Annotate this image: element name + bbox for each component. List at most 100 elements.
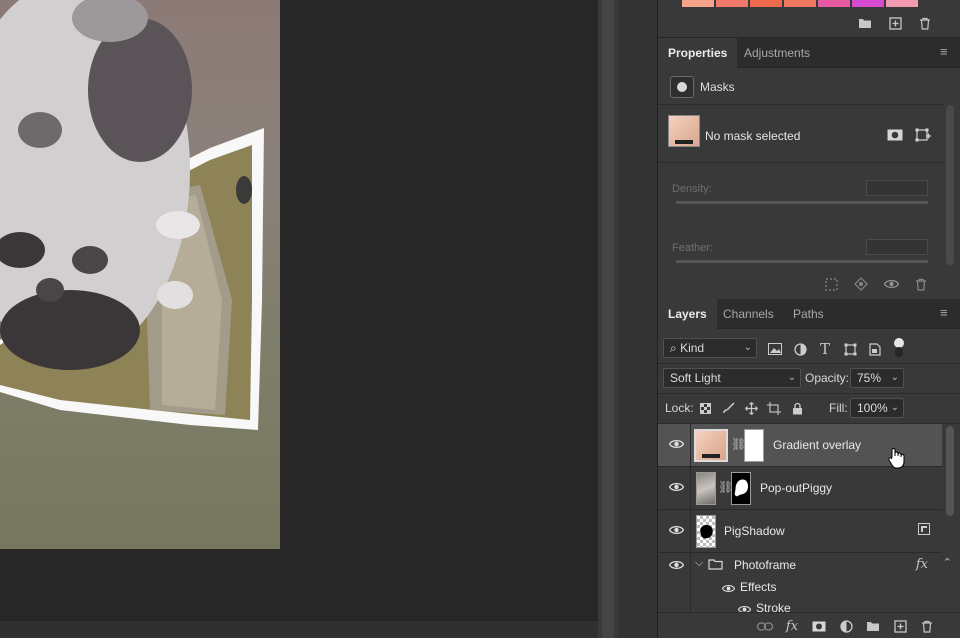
color-swatch[interactable] (818, 0, 850, 7)
opacity-input[interactable]: 75% ⌄ (850, 368, 904, 388)
divider (690, 467, 691, 510)
fx-icon[interactable]: fx (781, 615, 803, 637)
properties-scrollbar[interactable] (946, 105, 954, 265)
stroke-label[interactable]: Stroke (756, 601, 791, 612)
lock-transparency-icon[interactable] (694, 397, 716, 419)
density-field[interactable] (866, 180, 928, 196)
trash-icon[interactable] (916, 615, 938, 637)
tab-layers[interactable]: Layers (658, 299, 717, 329)
canvas-vertical-scrollbar[interactable] (598, 0, 618, 638)
folder-icon[interactable] (854, 12, 876, 34)
shape-filter-icon[interactable] (839, 338, 861, 360)
canvas-horizontal-scrollbar[interactable] (0, 620, 598, 638)
document-canvas[interactable] (0, 0, 280, 549)
layer-mask-thumbnail[interactable] (744, 429, 764, 462)
feather-slider[interactable] (676, 260, 928, 263)
adjustment-layer-icon[interactable] (835, 615, 857, 637)
add-mask-icon[interactable] (808, 615, 830, 637)
adjustment-filter-icon[interactable] (789, 338, 811, 360)
chain-link-icon[interactable]: ⛓ (731, 437, 746, 453)
chevron-down-icon[interactable]: ⌄ (891, 369, 899, 387)
load-selection-icon[interactable] (820, 273, 842, 295)
lock-position-icon[interactable] (740, 397, 762, 419)
chain-link-icon[interactable]: ⛓ (718, 480, 733, 496)
folder-icon[interactable] (862, 615, 884, 637)
smart-object-filter-icon[interactable] (864, 338, 886, 360)
eye-icon[interactable] (666, 479, 686, 497)
properties-footer (658, 273, 944, 299)
layer-row-pop-out-piggy[interactable]: ⛓ Pop-outPiggy (658, 467, 942, 510)
link-layers-icon[interactable] (754, 615, 776, 637)
density-slider[interactable] (676, 201, 928, 204)
add-pixel-mask-icon[interactable] (884, 124, 906, 146)
fill-label: Fill: (829, 401, 848, 415)
scrollbar-thumb[interactable] (602, 0, 614, 638)
color-swatch[interactable] (784, 0, 816, 7)
layer-effects-row[interactable]: Effects (658, 577, 942, 598)
layer-thumbnail[interactable] (696, 472, 716, 505)
eye-icon[interactable] (666, 436, 686, 454)
tab-adjustments[interactable]: Adjustments (734, 38, 820, 68)
layer-name[interactable]: Pop-outPiggy (760, 481, 832, 495)
layer-effect-stroke-row[interactable]: Stroke (658, 598, 942, 612)
layer-name[interactable]: Photoframe (734, 558, 796, 572)
layer-name[interactable]: Gradient overlay (773, 438, 861, 452)
pixel-filter-icon[interactable] (764, 338, 786, 360)
lock-artboard-icon[interactable] (763, 397, 785, 419)
divider (690, 577, 691, 598)
color-swatch[interactable] (682, 0, 714, 7)
lock-label: Lock: (665, 401, 694, 415)
fill-input[interactable]: 100% ⌄ (850, 398, 904, 418)
layer-thumbnail[interactable] (694, 429, 728, 462)
type-filter-icon[interactable]: T (814, 338, 836, 360)
color-swatch[interactable] (886, 0, 918, 7)
filter-toggle-switch[interactable] (894, 338, 904, 358)
fx-icon[interactable]: fx (916, 557, 928, 572)
eye-icon[interactable] (666, 557, 686, 575)
effects-label[interactable]: Effects (740, 580, 776, 594)
trash-icon[interactable] (910, 273, 932, 295)
feather-field[interactable] (866, 239, 928, 255)
add-vector-mask-icon[interactable] (912, 124, 934, 146)
hand-pointer-icon (886, 447, 906, 469)
chevron-down-icon[interactable]: ⌵ (695, 557, 703, 570)
new-layer-icon[interactable] (889, 615, 911, 637)
artwork-image (0, 0, 264, 430)
layer-row-pig-shadow[interactable]: PigShadow (658, 510, 942, 553)
panel-menu-icon[interactable]: ≡ (940, 306, 954, 319)
swatches-panel (658, 0, 960, 38)
layer-group-photoframe[interactable]: ⌵ Photoframe fx ⌃ (658, 553, 952, 577)
smart-object-icon (918, 523, 930, 538)
blend-mode-select[interactable]: Soft Light ⌄ (663, 368, 801, 388)
eye-icon[interactable] (737, 603, 752, 612)
density-label: Density: (672, 183, 712, 195)
eye-icon[interactable] (721, 582, 736, 596)
panel-menu-icon[interactable]: ≡ (940, 45, 954, 58)
eye-icon[interactable] (666, 522, 686, 540)
layers-body: ⌕ Kind ⌄ T Soft Light ⌄ Opacity: 75% ⌄ L… (658, 330, 960, 638)
layer-mask-thumbnail[interactable] (731, 472, 751, 505)
lock-all-icon[interactable] (786, 397, 808, 419)
chevron-down-icon: ⌄ (743, 342, 752, 353)
apply-mask-icon[interactable] (850, 273, 872, 295)
layer-thumbnail[interactable] (696, 515, 716, 548)
chevron-up-icon[interactable]: ⌃ (943, 556, 952, 569)
masks-label: Masks (700, 80, 735, 94)
eye-icon[interactable] (880, 273, 902, 295)
swatch-row (682, 0, 918, 7)
tab-paths[interactable]: Paths (783, 299, 834, 329)
search-icon: ⌕ (670, 341, 677, 355)
tab-channels[interactable]: Channels (713, 299, 784, 329)
color-swatch[interactable] (716, 0, 748, 7)
new-swatch-icon[interactable] (884, 12, 906, 34)
color-swatch[interactable] (750, 0, 782, 7)
chevron-down-icon[interactable]: ⌄ (891, 399, 899, 417)
lock-brush-icon[interactable] (717, 397, 739, 419)
tab-properties[interactable]: Properties (658, 38, 738, 68)
trash-icon[interactable] (914, 12, 936, 34)
layer-name[interactable]: PigShadow (724, 524, 785, 538)
kind-filter-select[interactable]: ⌕ Kind ⌄ (663, 338, 757, 358)
color-swatch[interactable] (852, 0, 884, 7)
canvas-area[interactable] (0, 0, 598, 620)
layers-scrollbar[interactable] (946, 426, 954, 516)
